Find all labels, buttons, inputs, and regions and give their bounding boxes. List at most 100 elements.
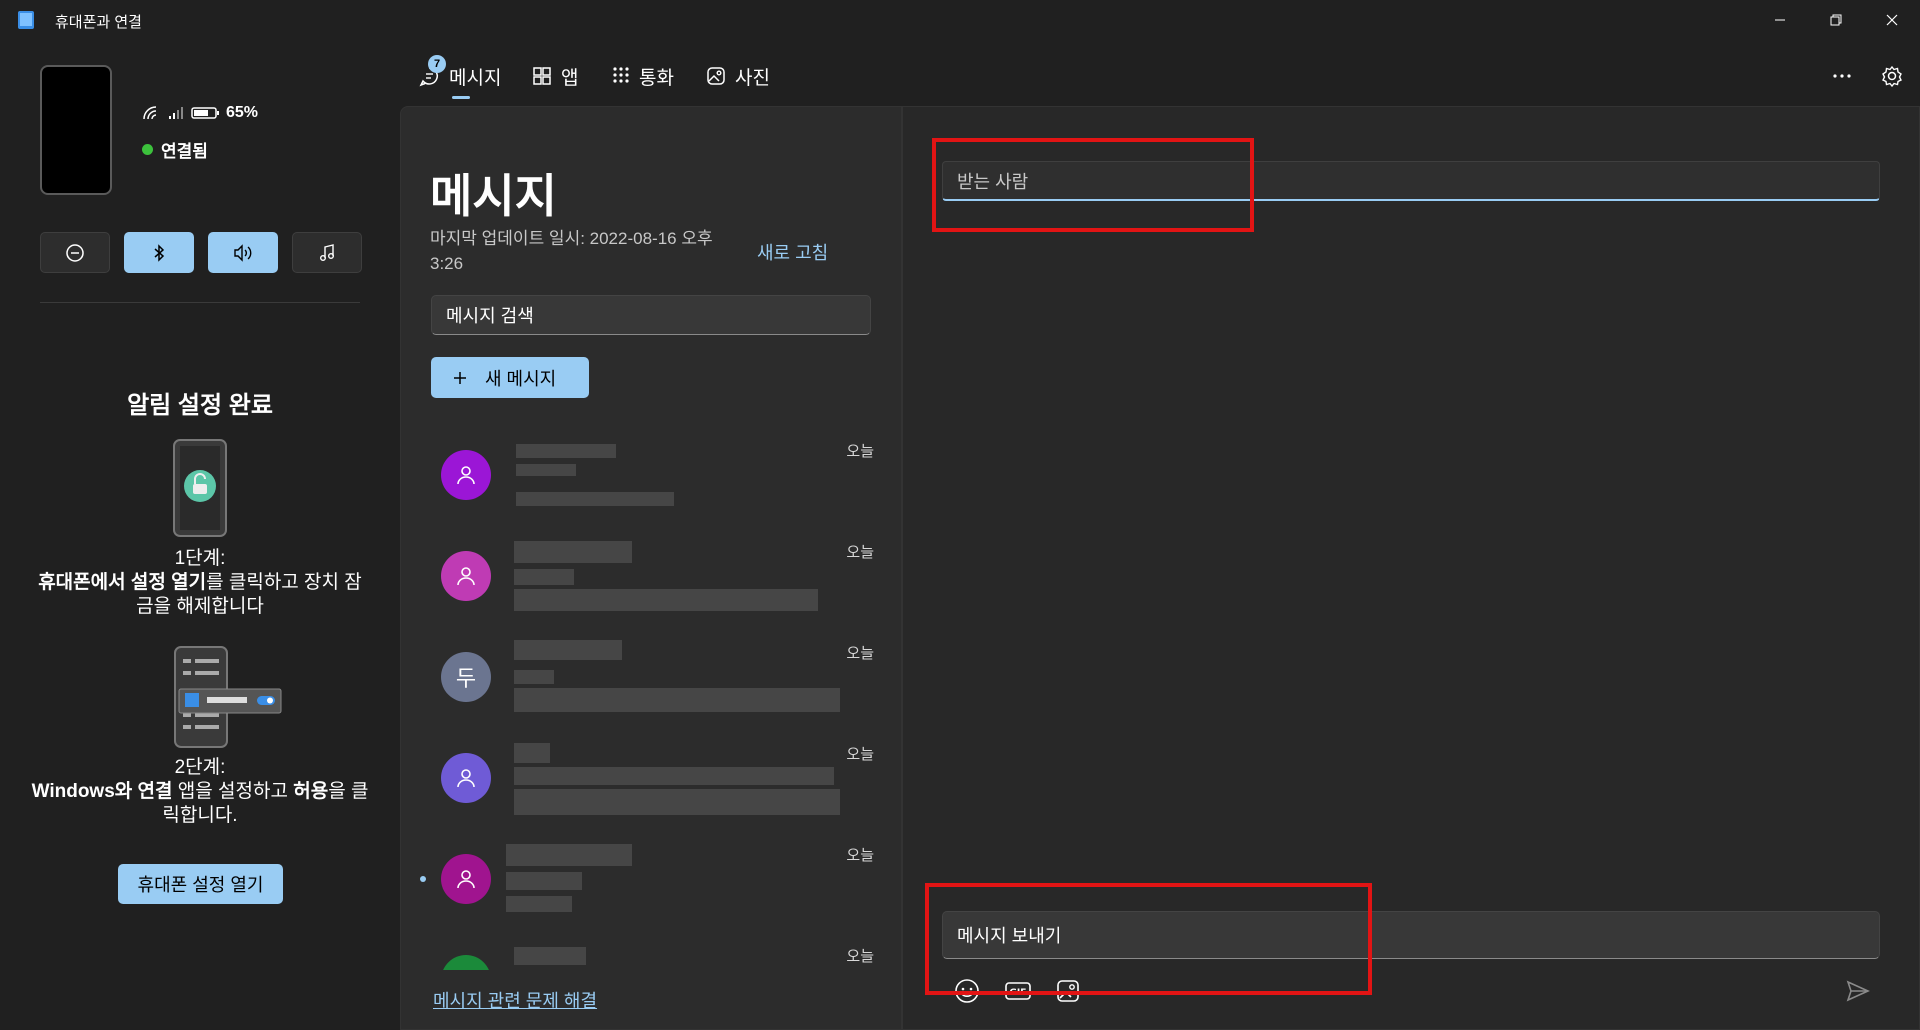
battery-icon (191, 107, 219, 119)
step2-description: Windows와 연결 앱을 설정하고 허용을 클릭합니다. (30, 780, 370, 828)
blurred-name (514, 743, 550, 763)
conversation-time: 오늘 (846, 443, 874, 460)
tab-calls[interactable]: 통화 (612, 60, 674, 92)
bluetooth-icon (154, 243, 165, 262)
avatar: 두 (441, 652, 491, 702)
conversation-item[interactable]: 두 오늘 (420, 622, 882, 723)
restore-button[interactable] (1808, 0, 1864, 40)
tab-apps[interactable]: 앱 (532, 60, 578, 92)
person-icon (457, 769, 475, 788)
conversation-item[interactable]: 오늘 (420, 521, 882, 622)
blurred-preview (506, 896, 572, 912)
blurred-name (516, 444, 616, 458)
send-icon (1846, 980, 1870, 1002)
step2-bold-app: Windows와 연결 (31, 781, 173, 802)
apps-icon (533, 67, 551, 85)
step2-bold-allow: 허용 (293, 781, 329, 802)
do-not-disturb-icon (66, 243, 84, 262)
settings-button[interactable] (1872, 58, 1912, 94)
plus-icon (454, 371, 466, 384)
minimize-button[interactable] (1752, 0, 1808, 40)
dialpad-icon (613, 67, 629, 83)
sidebar-divider (40, 302, 360, 303)
conversation-time: 오늘 (846, 948, 874, 965)
conversation-time: 오늘 (846, 645, 874, 662)
person-icon (457, 466, 475, 485)
photos-icon (707, 67, 725, 85)
connected-dot-icon (142, 144, 153, 155)
tab-messages-label: 메시지 (449, 67, 502, 89)
avatar (441, 955, 491, 970)
blurred-preview (514, 688, 840, 712)
close-icon (1886, 14, 1898, 26)
device-status: 65% (142, 104, 258, 122)
more-options-button[interactable] (1822, 58, 1862, 94)
phone-unlock-illustration (173, 439, 227, 537)
step2-mid: 앱을 설정하고 (172, 781, 294, 802)
open-phone-settings-button[interactable]: 휴대폰 설정 열기 (118, 864, 283, 904)
phone-link-app-icon (18, 11, 34, 29)
signal-icon (169, 107, 183, 119)
step1-bold: 휴대폰에서 설정 열기 (38, 572, 207, 593)
conversation-item[interactable]: 오늘 (420, 420, 882, 521)
step1-text: 1단계: 휴대폰에서 설정 열기를 클릭하고 장치 잠금을 해제합니다 (30, 547, 370, 619)
message-search-input[interactable]: 메시지 검색 (431, 295, 871, 335)
highlight-recipient-box (932, 138, 1254, 232)
blurred-preview (506, 872, 582, 890)
bluetooth-button[interactable] (124, 232, 194, 273)
blurred-preview (514, 670, 554, 684)
new-message-label: 새 메시지 (485, 368, 557, 389)
new-message-button[interactable]: 새 메시지 (431, 357, 589, 398)
wifi-icon (143, 106, 157, 120)
music-button[interactable] (292, 232, 362, 273)
step1-description: 휴대폰에서 설정 열기를 클릭하고 장치 잠금을 해제합니다 (30, 571, 370, 619)
blurred-name (506, 844, 632, 866)
step2-text: 2단계: Windows와 연결 앱을 설정하고 허용을 클릭합니다. (30, 756, 370, 828)
troubleshoot-link[interactable]: 메시지 관련 문제 해결 (433, 987, 597, 1013)
conversation-item[interactable]: 오늘 (420, 824, 882, 925)
messages-badge: 7 (428, 55, 446, 73)
person-icon (457, 870, 475, 889)
blurred-preview (514, 569, 574, 585)
tab-photos[interactable]: 사진 (706, 60, 770, 92)
do-not-disturb-button[interactable] (40, 232, 110, 273)
connection-label: 연결됨 (161, 142, 208, 161)
gear-icon (1882, 65, 1902, 87)
conversation-time: 오늘 (846, 847, 874, 864)
avatar (441, 854, 491, 904)
audio-button[interactable] (208, 232, 278, 273)
close-button[interactable] (1864, 0, 1920, 40)
blurred-name (514, 640, 622, 660)
unread-indicator (420, 876, 426, 882)
highlight-compose-box (925, 883, 1372, 995)
battery-percent: 65% (226, 104, 259, 121)
blurred-name (514, 947, 586, 965)
refresh-link[interactable]: 새로 고침 (757, 239, 828, 265)
blurred-name (514, 541, 632, 563)
page-title: 메시지 (430, 170, 557, 222)
step2-title: 2단계: (174, 757, 226, 778)
phone-image (40, 65, 112, 195)
connection-status: 연결됨 (142, 137, 208, 162)
more-icon (1833, 74, 1851, 78)
blurred-preview (514, 789, 840, 815)
last-update-text: 마지막 업데이트 일시: 2022-08-16 오후 3:26 (430, 229, 713, 273)
avatar (441, 551, 491, 601)
tab-apps-label: 앱 (561, 67, 579, 89)
avatar (441, 753, 491, 803)
window-title: 휴대폰과 연결 (55, 14, 142, 31)
notification-setup-title: 알림 설정 완료 (127, 392, 273, 419)
blurred-preview (516, 492, 674, 506)
phone-settings-illustration (174, 646, 282, 748)
conversation-time: 오늘 (846, 544, 874, 561)
step1-title: 1단계: (174, 548, 226, 569)
blurred-preview (514, 767, 834, 785)
blurred-preview (514, 589, 818, 611)
tab-photos-label: 사진 (735, 67, 770, 89)
title-bar: 휴대폰과 연결 (0, 0, 1920, 40)
tab-calls-label: 통화 (639, 67, 674, 89)
send-button[interactable] (1840, 974, 1876, 1008)
conversation-item[interactable]: 오늘 (420, 925, 882, 970)
person-icon (457, 567, 475, 586)
conversation-item[interactable]: 오늘 (420, 723, 882, 824)
